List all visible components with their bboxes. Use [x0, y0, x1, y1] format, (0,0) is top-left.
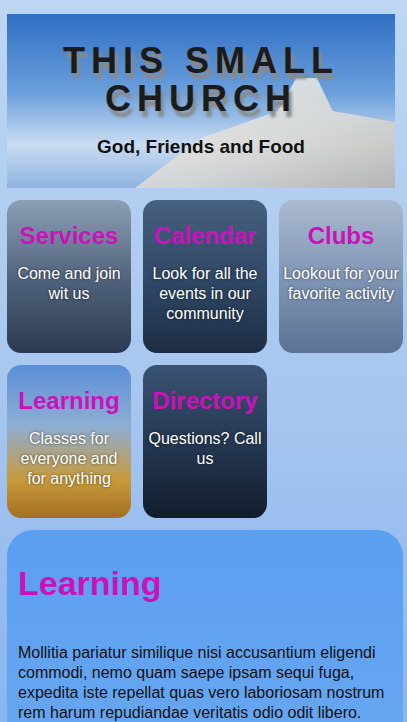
section-heading: Learning [18, 564, 391, 603]
card-title: Clubs [308, 222, 375, 250]
page: THIS SMALL CHURCH God, Friends and Food … [0, 0, 407, 722]
nav-card[interactable]: Clubs Lookout for your favorite activity [279, 200, 403, 353]
card-text: Look for all the events in our community [146, 264, 264, 324]
card-title: Calendar [154, 222, 257, 250]
card-text: Questions? Call us [146, 429, 264, 469]
card-title: Learning [18, 387, 119, 415]
card-text: Classes for everyone and for anything [10, 429, 128, 489]
card-grid: Services Come and join wit usCalendar Lo… [7, 200, 403, 518]
card-title: Directory [152, 387, 257, 415]
nav-card[interactable]: Services Come and join wit us [7, 200, 131, 353]
section-body: Mollitia pariatur similique nisi accusan… [18, 643, 391, 722]
card-text: Come and join wit us [10, 264, 128, 304]
site-title: THIS SMALL CHURCH [15, 42, 387, 118]
content-section: Learning Mollitia pariatur similique nis… [7, 530, 403, 722]
nav-card[interactable]: Directory Questions? Call us [143, 365, 267, 518]
site-tagline: God, Friends and Food [15, 136, 387, 158]
card-title: Services [20, 222, 119, 250]
nav-card[interactable]: Learning Classes for everyone and for an… [7, 365, 131, 518]
nav-card[interactable]: Calendar Look for all the events in our … [143, 200, 267, 353]
hero-banner: THIS SMALL CHURCH God, Friends and Food [7, 14, 395, 188]
card-text: Lookout for your favorite activity [282, 264, 400, 304]
